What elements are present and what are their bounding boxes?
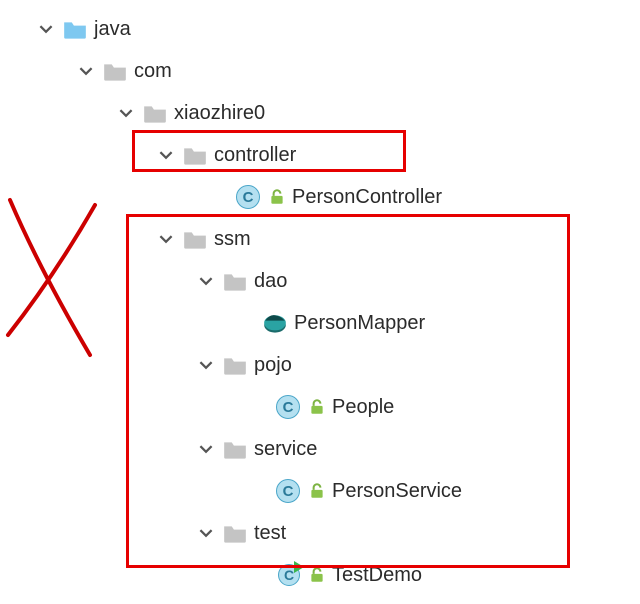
- node-label: People: [332, 396, 394, 419]
- node-label: ssm: [214, 228, 251, 251]
- tree-node-test[interactable]: test: [0, 512, 640, 554]
- package-icon: [222, 354, 248, 376]
- class-icon: C: [236, 185, 260, 209]
- folder-icon: [62, 18, 88, 40]
- chevron-down-icon[interactable]: [196, 523, 216, 543]
- unlock-icon: [308, 482, 326, 500]
- chevron-down-icon[interactable]: [196, 271, 216, 291]
- chevron-down-icon[interactable]: [156, 145, 176, 165]
- tree-node-service[interactable]: service: [0, 428, 640, 470]
- package-icon: [222, 522, 248, 544]
- tree-node-java[interactable]: java: [0, 8, 640, 50]
- node-label: pojo: [254, 354, 292, 377]
- chevron-down-icon[interactable]: [196, 439, 216, 459]
- package-icon: [222, 438, 248, 460]
- node-label: controller: [214, 144, 296, 167]
- chevron-down-icon[interactable]: [156, 229, 176, 249]
- package-icon: [222, 270, 248, 292]
- chevron-down-icon[interactable]: [116, 103, 136, 123]
- node-label: java: [94, 18, 131, 41]
- chevron-down-icon[interactable]: [196, 355, 216, 375]
- node-label: com: [134, 60, 172, 83]
- package-icon: [102, 60, 128, 82]
- tree-node-personcontroller[interactable]: C PersonController: [0, 176, 640, 218]
- tree-node-xiaozhire0[interactable]: xiaozhire0: [0, 92, 640, 134]
- unlock-icon: [308, 398, 326, 416]
- tree-node-pojo[interactable]: pojo: [0, 344, 640, 386]
- package-icon: [182, 144, 208, 166]
- node-label: PersonController: [292, 186, 442, 209]
- tree-node-personmapper[interactable]: PersonMapper: [0, 302, 640, 344]
- class-runnable-icon: C: [276, 563, 302, 587]
- node-label: PersonService: [332, 480, 462, 503]
- class-icon: C: [276, 479, 300, 503]
- tree-node-people[interactable]: C People: [0, 386, 640, 428]
- project-tree: java com xiaozhire0 controller C: [0, 0, 640, 604]
- chevron-down-icon[interactable]: [76, 61, 96, 81]
- tree-node-controller[interactable]: controller: [0, 134, 640, 176]
- chevron-down-icon[interactable]: [36, 19, 56, 39]
- package-icon: [142, 102, 168, 124]
- unlock-icon: [308, 566, 326, 584]
- node-label: service: [254, 438, 317, 461]
- node-label: TestDemo: [332, 564, 422, 587]
- node-label: PersonMapper: [294, 312, 425, 335]
- tree-node-com[interactable]: com: [0, 50, 640, 92]
- class-icon: C: [276, 395, 300, 419]
- tree-node-personservice[interactable]: C PersonService: [0, 470, 640, 512]
- package-icon: [182, 228, 208, 250]
- tree-node-ssm[interactable]: ssm: [0, 218, 640, 260]
- unlock-icon: [268, 188, 286, 206]
- mybatis-mapper-icon: [262, 311, 288, 335]
- tree-node-dao[interactable]: dao: [0, 260, 640, 302]
- tree-node-testdemo[interactable]: C TestDemo: [0, 554, 640, 596]
- node-label: xiaozhire0: [174, 102, 265, 125]
- node-label: test: [254, 522, 286, 545]
- node-label: dao: [254, 270, 287, 293]
